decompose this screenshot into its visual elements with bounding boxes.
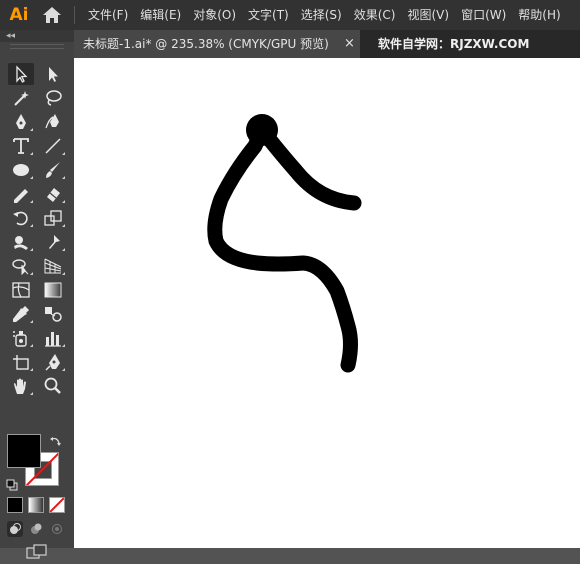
document-tab-active[interactable]: 未标题-1.ai* @ 235.38% (CMYK/GPU 预览) ×: [74, 30, 360, 58]
mesh-tool[interactable]: [8, 279, 34, 301]
menu-divider: [74, 6, 75, 24]
menu-bar: Ai 文件(F) 编辑(E) 对象(O) 文字(T) 选择(S) 效果(C) 视…: [0, 0, 580, 30]
tool-group-indicator: [30, 344, 33, 347]
collapse-panel-icon[interactable]: ◂◂: [6, 30, 15, 42]
tab-close-button[interactable]: ×: [344, 30, 355, 58]
swap-fill-stroke-icon[interactable]: [49, 434, 63, 448]
main-menu: 文件(F) 编辑(E) 对象(O) 文字(T) 选择(S) 效果(C) 视图(V…: [82, 0, 567, 30]
paintbrush-tool[interactable]: [40, 159, 66, 181]
tool-group-indicator: [30, 200, 33, 203]
selection-tool[interactable]: [8, 63, 34, 85]
direct-selection-tool[interactable]: [40, 63, 66, 85]
type-tool[interactable]: [8, 135, 34, 157]
draw-behind-button[interactable]: [28, 521, 44, 537]
slice-tool[interactable]: [40, 351, 66, 373]
menu-view[interactable]: 视图(V): [401, 0, 455, 30]
menu-edit[interactable]: 编辑(E): [134, 0, 187, 30]
tool-group-indicator: [30, 152, 33, 155]
menu-select[interactable]: 选择(S): [295, 0, 348, 30]
menu-effect[interactable]: 效果(C): [348, 0, 402, 30]
gradient-tool[interactable]: [40, 279, 66, 301]
artboard-canvas[interactable]: [74, 58, 580, 548]
scale-tool[interactable]: [40, 207, 66, 229]
shape-builder-tool[interactable]: [8, 255, 34, 277]
puppet-warp-tool[interactable]: [40, 231, 66, 253]
document-tab-title: 未标题-1.ai* @ 235.38% (CMYK/GPU 预览): [83, 37, 329, 51]
tool-group-indicator: [62, 368, 65, 371]
tools-panel-header: ◂◂: [0, 30, 74, 42]
curvature-tool[interactable]: [40, 111, 66, 133]
tool-group-indicator: [62, 200, 65, 203]
pencil-tool[interactable]: [8, 183, 34, 205]
eraser-tool[interactable]: [40, 183, 66, 205]
tools-panel: ◂◂: [0, 30, 74, 559]
tool-group-indicator: [30, 128, 33, 131]
screen-mode-icon[interactable]: [26, 544, 48, 560]
color-mode-button[interactable]: [7, 497, 23, 513]
perspective-grid-tool[interactable]: [40, 255, 66, 277]
lasso-tool[interactable]: [40, 87, 66, 109]
tool-group-indicator: [30, 176, 33, 179]
tool-group-indicator: [30, 248, 33, 251]
document-tab-bar: 未标题-1.ai* @ 235.38% (CMYK/GPU 预览) × 软件自学…: [74, 30, 580, 58]
tool-group-indicator: [62, 152, 65, 155]
magic-wand-tool[interactable]: [8, 87, 34, 109]
column-graph-tool[interactable]: [40, 327, 66, 349]
tool-group-indicator: [30, 392, 33, 395]
pen-tool[interactable]: [8, 111, 34, 133]
draw-normal-button[interactable]: [7, 521, 23, 537]
tool-group-indicator: [30, 224, 33, 227]
stick-figure-artwork[interactable]: [74, 58, 580, 548]
panel-grip[interactable]: [10, 44, 64, 49]
blend-tool[interactable]: [40, 303, 66, 325]
tool-group-indicator: [62, 176, 65, 179]
menu-type[interactable]: 文字(T): [242, 0, 295, 30]
none-mode-button[interactable]: [49, 497, 65, 513]
home-icon[interactable]: [40, 4, 64, 26]
default-fill-stroke-icon[interactable]: [6, 476, 18, 491]
line-segment-tool[interactable]: [40, 135, 66, 157]
symbol-sprayer-tool[interactable]: [8, 327, 34, 349]
menu-window[interactable]: 窗口(W): [455, 0, 512, 30]
tool-group-indicator: [30, 320, 33, 323]
tool-group-indicator: [30, 368, 33, 371]
eyedropper-tool[interactable]: [8, 303, 34, 325]
tool-group-indicator: [62, 248, 65, 251]
warp-tool[interactable]: [8, 231, 34, 253]
menu-help[interactable]: 帮助(H): [512, 0, 566, 30]
document-tab-inactive[interactable]: 软件自学网：RJZXW.COM: [378, 30, 529, 58]
rotate-tool[interactable]: [8, 207, 34, 229]
draw-inside-button[interactable]: [49, 521, 65, 537]
zoom-tool[interactable]: [40, 375, 66, 397]
tool-group-indicator: [62, 224, 65, 227]
ellipse-tool[interactable]: [8, 159, 34, 181]
hand-tool[interactable]: [8, 375, 34, 397]
tool-group-indicator: [62, 344, 65, 347]
app-logo[interactable]: Ai: [6, 3, 32, 27]
gradient-mode-button[interactable]: [28, 497, 44, 513]
menu-file[interactable]: 文件(F): [82, 0, 134, 30]
tool-group-indicator: [30, 272, 33, 275]
artboard-tool[interactable]: [8, 351, 34, 373]
menu-object[interactable]: 对象(O): [187, 0, 242, 30]
tool-group-indicator: [62, 272, 65, 275]
fill-swatch[interactable]: [7, 434, 41, 468]
